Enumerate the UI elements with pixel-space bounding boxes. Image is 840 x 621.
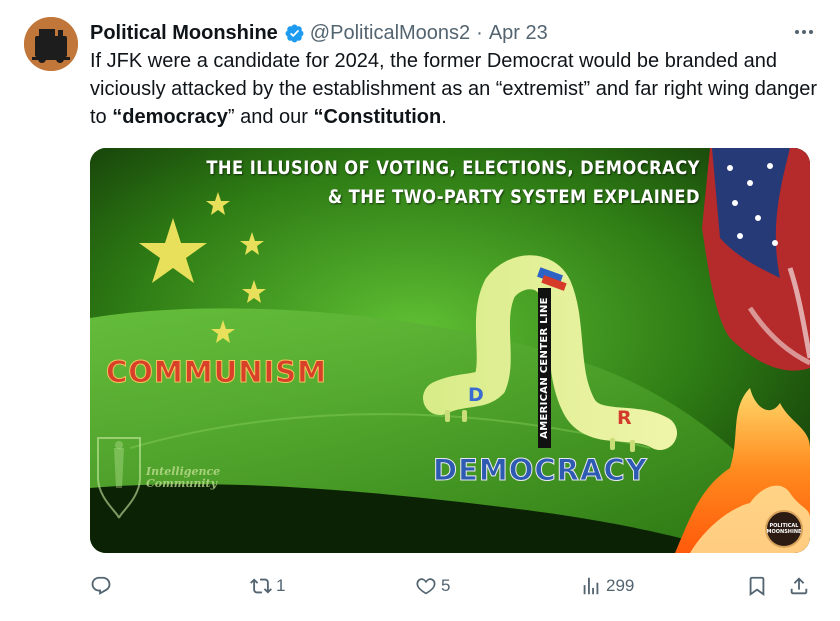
political-moonshine-logo: POLITICAL MOONSHINE	[765, 510, 803, 548]
reply-icon	[90, 575, 112, 597]
author-name[interactable]: Political Moonshine	[90, 22, 278, 45]
like-icon	[415, 575, 437, 597]
tweet-date[interactable]: Apr 23	[489, 22, 548, 45]
share-icon	[788, 575, 810, 597]
reply-button[interactable]	[90, 570, 116, 602]
bookmark-button[interactable]	[746, 570, 768, 602]
tweet-text-part: .	[441, 106, 447, 128]
like-count: 5	[441, 576, 451, 595]
intelligence-community-label: Intelligence Community	[146, 466, 220, 490]
share-button[interactable]	[788, 570, 810, 602]
action-bar: 1 5 299	[90, 570, 810, 602]
views-button[interactable]: 299	[580, 570, 634, 602]
media-title-line2: & THE TWO-PARTY SYSTEM EXPLAINED	[327, 186, 700, 208]
views-icon	[580, 575, 602, 597]
author-handle[interactable]: @PoliticalMoons2	[310, 22, 470, 45]
d-label: D	[468, 384, 484, 406]
retweet-count: 1	[276, 576, 286, 595]
tweet-text-bold-democracy: “democracy	[112, 106, 228, 128]
retweet-icon	[250, 575, 272, 597]
tweet[interactable]: Political Moonshine @PoliticalMoons2 · A…	[0, 0, 840, 621]
media-title: THE ILLUSION OF VOTING, ELECTIONS, DEMOC…	[206, 154, 700, 212]
more-icon[interactable]	[792, 22, 816, 42]
bookmark-icon	[746, 575, 768, 597]
intel-line2: Community	[146, 477, 218, 490]
democracy-label: DEMOCRACY	[433, 453, 648, 488]
like-button[interactable]: 5	[415, 570, 450, 602]
tweet-text: If JFK were a candidate for 2024, the fo…	[90, 47, 820, 131]
header-separator: ·	[476, 21, 483, 44]
views-count: 299	[606, 576, 635, 595]
tweet-text-part: ” and our	[227, 106, 314, 128]
communism-label: COMMUNISM	[105, 355, 328, 390]
r-label: R	[617, 407, 632, 429]
american-center-line-label: AMERICAN CENTER LINE	[538, 288, 551, 448]
avatar[interactable]	[24, 17, 78, 71]
tweet-media-image[interactable]: THE ILLUSION OF VOTING, ELECTIONS, DEMOC…	[90, 148, 810, 553]
retweet-button[interactable]: 1	[250, 570, 285, 602]
avatar-image	[24, 17, 78, 71]
media-title-line1: THE ILLUSION OF VOTING, ELECTIONS, DEMOC…	[206, 157, 700, 179]
logo-line2: MOONSHINE	[766, 529, 802, 535]
tweet-text-bold-constitution: “Constitution	[313, 106, 442, 128]
verified-badge-icon	[284, 23, 305, 44]
tweet-header: Political Moonshine @PoliticalMoons2 · A…	[90, 20, 780, 46]
